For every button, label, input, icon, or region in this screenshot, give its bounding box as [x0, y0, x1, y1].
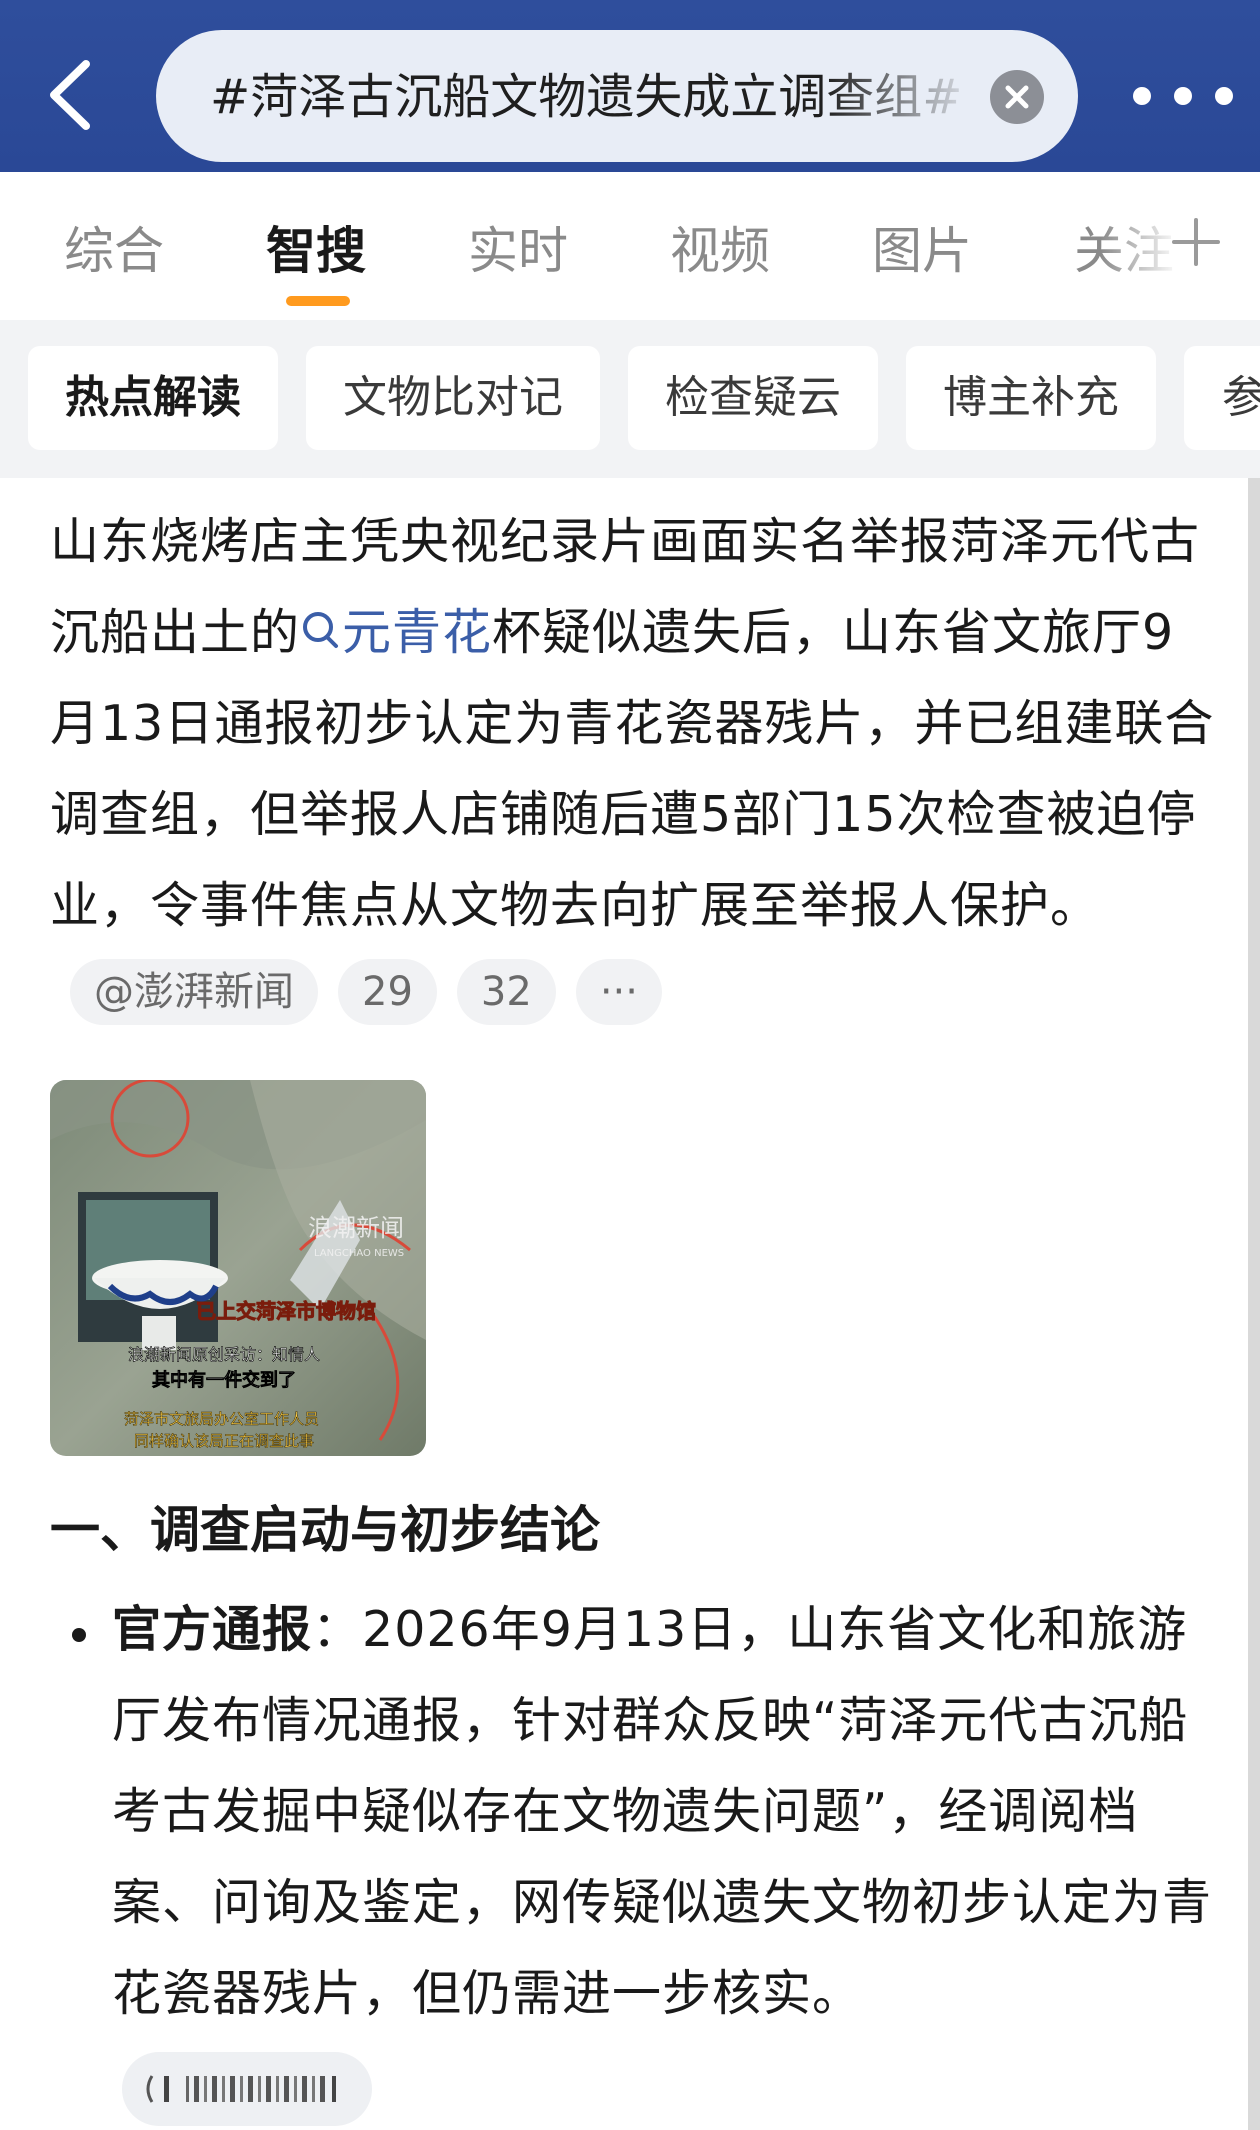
- thumbnail-caption-1: 浪潮新闻原创采访：知情人: [128, 1345, 320, 1364]
- tab-images[interactable]: 图片: [872, 216, 972, 286]
- reference-count-chip-1[interactable]: 29: [338, 959, 437, 1025]
- section-heading: 一、调查启动与初步结论: [50, 1501, 600, 1559]
- thumbnail-caption-orange: 已上交菏泽市博物馆: [196, 1299, 376, 1323]
- yuan-blue-white-link[interactable]: 元青花: [300, 604, 492, 661]
- bullet-label: 官方通报: [112, 1601, 313, 1658]
- chip-relic-comparison[interactable]: 文物比对记: [306, 346, 600, 450]
- search-header: #菏泽古沉船文物遗失成立调查组#: [0, 0, 1260, 172]
- chip-inspection-doubts[interactable]: 检查疑云: [628, 346, 878, 450]
- chip-reference[interactable]: 参考: [1184, 346, 1260, 450]
- scrollbar[interactable]: [1248, 478, 1260, 2130]
- tab-comprehensive[interactable]: 综合: [64, 216, 164, 286]
- answer-content: 山东烧烤店主凭央视纪录片画面实名举报菏泽元代古沉船出土的 元青花杯疑似遗失后，山东…: [0, 478, 1260, 2130]
- official-notice-bullet: 官方通报：2026年9月13日，山东省文化和旅游厅发布情况通报，针对群众反映“菏…: [112, 1584, 1218, 2039]
- back-button[interactable]: [42, 58, 102, 132]
- bullet-marker: [72, 1628, 86, 1642]
- reference-count-chip-2[interactable]: 32: [456, 959, 556, 1025]
- citation-bars-icon: [146, 2075, 336, 2103]
- thumbnail-caption-2: 其中有一件交到了: [152, 1369, 296, 1391]
- more-dots-icon: [1133, 87, 1233, 105]
- thumbnail-watermark-en: LANGCHAO NEWS: [314, 1248, 404, 1259]
- clear-search-button[interactable]: [990, 70, 1044, 124]
- chevron-left-icon: [50, 60, 90, 130]
- search-input[interactable]: #菏泽古沉船文物遗失成立调查组#: [156, 30, 1078, 162]
- thumbnail-caption-4: 同样确认该局正在调查此事: [134, 1432, 314, 1450]
- link-text[interactable]: 元青花: [342, 604, 492, 661]
- add-tab-button[interactable]: [1170, 216, 1222, 268]
- plus-icon: [1172, 218, 1220, 266]
- active-tab-indicator: [286, 296, 350, 306]
- tabs-fade: [1100, 172, 1180, 320]
- tab-realtime[interactable]: 实时: [468, 216, 568, 286]
- tab-smart-search[interactable]: 智搜: [266, 216, 366, 286]
- close-icon: [1005, 85, 1029, 109]
- search-query[interactable]: #菏泽古沉船文物遗失成立调查组#: [210, 64, 980, 130]
- more-sources-chip[interactable]: ···: [575, 959, 662, 1025]
- thumbnail-image: 浪潮新闻 LANGCHAO NEWS 已上交菏泽市博物馆 浪潮新闻原创采访：知情…: [50, 1080, 426, 1456]
- news-video-thumbnail[interactable]: 浪潮新闻 LANGCHAO NEWS 已上交菏泽市博物馆 浪潮新闻原创采访：知情…: [50, 1080, 426, 1456]
- citation-pill[interactable]: [122, 2052, 372, 2126]
- thumbnail-watermark-cn: 浪潮新闻: [308, 1214, 404, 1242]
- search-icon: [303, 612, 339, 648]
- intro-paragraph: 山东烧烤店主凭央视纪录片画面实名举报菏泽元代古沉船出土的 元青花杯疑似遗失后，山东…: [50, 496, 1220, 1042]
- tab-video[interactable]: 视频: [670, 216, 770, 286]
- chip-blogger-supplement[interactable]: 博主补充: [906, 346, 1156, 450]
- category-tabs: 综合 智搜 实时 视频 图片 关注: [0, 172, 1260, 320]
- bullet-text: ：2026年9月13日，山东省文化和旅游厅发布情况通报，针对群众反映“菏泽元代古…: [112, 1601, 1213, 2022]
- chip-hot-interpretation[interactable]: 热点解读: [28, 346, 278, 450]
- topic-chip-bar: 热点解读 文物比对记 检查疑云 博主补充 参考: [0, 320, 1260, 478]
- thumbnail-caption-3: 菏泽市文旅局办公室工作人员: [124, 1410, 319, 1428]
- more-options-button[interactable]: [1124, 78, 1242, 114]
- source-chip[interactable]: @澎湃新闻: [70, 959, 318, 1025]
